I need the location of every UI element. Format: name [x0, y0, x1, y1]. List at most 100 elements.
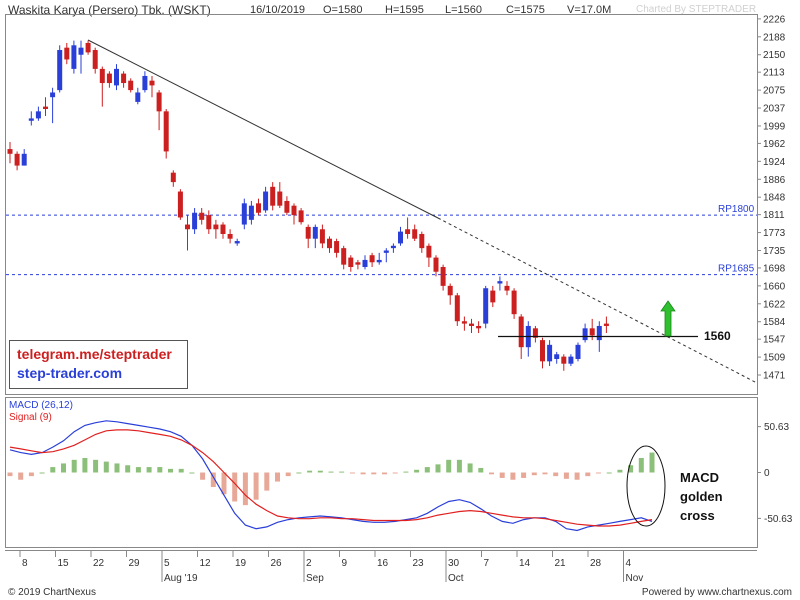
histogram-bar — [61, 463, 66, 473]
candle-down — [284, 196, 290, 216]
price-tick-label: 2150 — [763, 50, 786, 61]
candle-down — [561, 354, 567, 371]
histogram-bar — [392, 472, 398, 474]
histogram-bar — [617, 469, 623, 473]
candle-down — [440, 264, 446, 291]
histogram-bar — [7, 472, 13, 477]
price-tick-label: 2113 — [763, 68, 785, 79]
histogram-bar — [242, 472, 248, 506]
candle-down — [319, 224, 325, 249]
candle-down — [540, 337, 545, 369]
macd-y-axis: 50.63 0 -50.63 — [757, 422, 793, 525]
histogram-bar — [403, 471, 409, 473]
histogram-bar — [414, 469, 420, 473]
candle-down — [334, 238, 340, 258]
histogram-bar — [424, 467, 430, 473]
candle-down — [511, 288, 517, 319]
price-tick-label: 1773 — [763, 228, 786, 239]
macd-note-line1: MACD — [680, 470, 719, 485]
candle-up — [525, 321, 531, 357]
histogram-bar — [521, 472, 527, 478]
histogram-bar — [285, 472, 291, 477]
histogram-bar — [328, 471, 334, 473]
histogram-bar — [189, 472, 195, 474]
macd-histogram — [7, 452, 655, 506]
candle-down — [177, 189, 183, 220]
candle-down — [291, 203, 297, 225]
candle-down — [426, 243, 432, 267]
date-tick-label: 4 — [626, 558, 632, 569]
histogram-bar — [39, 472, 45, 474]
promo-telegram: telegram.me/steptrader — [17, 346, 172, 362]
date-tick-label: 26 — [271, 558, 283, 569]
candle-down — [64, 42, 70, 65]
candle-up — [241, 198, 247, 230]
macd-tick-label: -50.63 — [764, 514, 793, 525]
candle-down — [227, 229, 233, 244]
candle-up — [192, 208, 198, 234]
candle-down — [603, 316, 609, 334]
candle-down — [256, 198, 261, 216]
candle-up — [50, 87, 56, 124]
candle-up — [234, 238, 240, 246]
histogram-bar — [71, 459, 77, 473]
histogram-bar — [456, 459, 462, 473]
histogram-bar — [435, 464, 441, 473]
histogram-bar — [574, 472, 580, 480]
candle-up — [483, 285, 489, 329]
candle-down — [277, 182, 283, 209]
date-tick-label: 16 — [377, 558, 389, 569]
date-tick-label: 30 — [448, 558, 460, 569]
stock-chart[interactable]: 2226218821502113207520371999196219241886… — [0, 0, 800, 585]
histogram-bar — [157, 467, 163, 473]
histogram-bar — [232, 472, 238, 502]
price-y-axis: 2226 2188 2150 2113 2075 2037 1999 1962 1924 1886… — [757, 14, 786, 382]
price-tick-label: 2226 — [763, 14, 786, 25]
candle-down — [305, 224, 311, 249]
candle-up — [497, 276, 503, 291]
histogram-bar — [296, 472, 302, 474]
candle-down — [461, 316, 467, 331]
candle-up — [78, 40, 84, 74]
price-tick-label: 1735 — [763, 246, 786, 257]
candle-down — [270, 182, 276, 211]
histogram-bar — [531, 472, 537, 476]
candle-down — [149, 75, 155, 98]
price-tick-label: 1698 — [763, 263, 786, 274]
histogram-bar — [585, 472, 591, 477]
price-tick-label: 2075 — [763, 86, 786, 97]
candle-down — [532, 325, 538, 343]
price-tick-label: 1622 — [763, 299, 786, 310]
histogram-bar — [371, 472, 377, 475]
histogram-bar — [317, 470, 323, 473]
candle-up — [554, 351, 560, 364]
candle-down — [412, 224, 418, 242]
candle-down — [504, 281, 510, 296]
date-tick-label: 28 — [590, 558, 602, 569]
promo-website: step-trader.com — [17, 365, 122, 381]
histogram-bar — [382, 472, 387, 475]
histogram-bar — [360, 472, 366, 475]
candle-down — [206, 210, 212, 234]
histogram-bar — [264, 472, 270, 491]
histogram-bar — [489, 472, 494, 475]
date-x-axis: 8 15 22 29 5 12 19 26 2 9 16 23 30 7 14 21 28 4Aug '19 Sep… — [19, 550, 643, 584]
golden-cross-highlight — [626, 445, 666, 527]
histogram-bar — [146, 467, 152, 473]
candlestick-series — [7, 40, 609, 371]
candle-down — [341, 245, 347, 270]
macd-note-line2: golden — [680, 489, 723, 504]
signal-legend-label: Signal (9) — [9, 412, 52, 423]
month-label: Aug '19 — [164, 573, 198, 584]
powered-by: Powered by www.chartnexus.com — [641, 587, 792, 598]
candle-down — [454, 292, 460, 326]
candle-down — [405, 217, 411, 239]
histogram-bar — [307, 470, 313, 473]
histogram-bar — [103, 461, 109, 473]
price-tick-label: 1471 — [763, 371, 786, 382]
histogram-bar — [478, 467, 484, 473]
copyright: © 2019 ChartNexus — [8, 587, 96, 598]
histogram-bar — [510, 472, 516, 480]
macd-legend-label: MACD (26,12) — [9, 400, 73, 411]
histogram-bar — [125, 465, 131, 473]
